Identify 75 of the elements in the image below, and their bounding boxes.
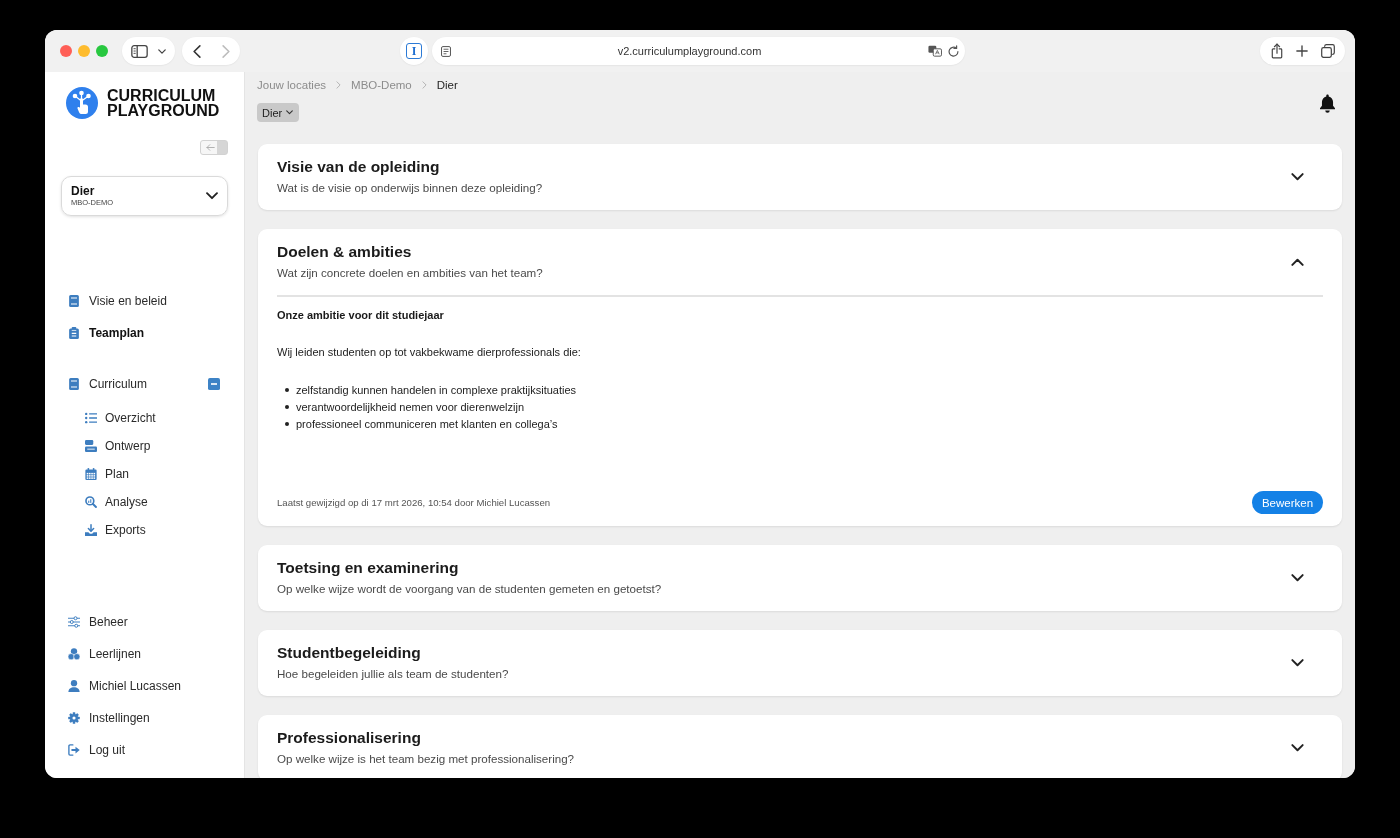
bullet-icon: [285, 387, 289, 392]
content-paragraph: Wij leiden studenten op tot vakbekwame dierprofessionals die:: [277, 345, 582, 360]
section-subtitle: Op welke wijze wordt de voorgang van de studenten gemeten en getoetst?: [277, 581, 663, 597]
book-icon: [68, 378, 80, 390]
book-icon: [68, 295, 80, 307]
chevron-up-icon[interactable]: [1291, 257, 1304, 266]
download-icon: [85, 524, 97, 536]
plus-icon[interactable]: [1295, 45, 1308, 57]
section-subtitle: Op welke wijze is het team bezig met professionalisering?: [277, 751, 576, 767]
minus-square-icon[interactable]: [208, 378, 220, 390]
bell-icon[interactable]: [1319, 94, 1336, 113]
breadcrumb-current: Dier: [436, 79, 458, 91]
edit-button[interactable]: Bewerken: [1252, 491, 1323, 514]
nav-item[interactable]: Beheer: [45, 606, 244, 638]
nav-item[interactable]: Michiel Lucassen: [45, 670, 244, 702]
sidebar-icon[interactable]: [131, 44, 148, 58]
section-title: Doelen & ambities: [277, 242, 413, 262]
chevron-down-icon: [286, 110, 294, 115]
nav-subitem[interactable]: Analyse: [45, 488, 244, 516]
section-title: Professionalisering: [277, 728, 422, 748]
cubes-icon: [68, 648, 80, 660]
layout-icon: [85, 440, 97, 452]
chevron-down-icon[interactable]: [1291, 658, 1304, 667]
address-bar[interactable]: v2.curriculumplayground.com: [432, 37, 965, 65]
arrow-left-icon: [206, 144, 215, 151]
list-item-text: verantwoordelijkheid nemen voor dierenwelzijn: [296, 400, 525, 413]
section-subtitle: Wat zijn concrete doelen en ambities van het team?: [277, 265, 544, 281]
calendar-icon: [85, 468, 97, 480]
section-subtitle: Wat is de visie op onderwijs binnen deze opleiding?: [277, 180, 544, 196]
bullet-icon: [285, 421, 289, 426]
nav-item[interactable]: Leerlijnen: [45, 638, 244, 670]
nav-item[interactable]: Visie en beleid: [45, 285, 244, 317]
list-item-text: zelfstandig kunnen handelen in complexe praktijksituaties: [296, 383, 577, 396]
nav-item[interactable]: Instellingen: [45, 702, 244, 734]
content-heading: Onze ambitie voor dit studiejaar: [277, 308, 445, 323]
back-icon[interactable]: [192, 44, 201, 58]
chevron-down-icon[interactable]: [1291, 573, 1304, 582]
nav-subitem[interactable]: Plan: [45, 460, 244, 488]
sliders-icon: [68, 616, 80, 628]
user-icon: [68, 680, 80, 692]
share-icon[interactable]: [1270, 43, 1283, 59]
magnifier-icon: [85, 496, 97, 508]
clipboard-icon: [68, 327, 80, 339]
page-icon[interactable]: [441, 45, 451, 57]
nav-item[interactable]: Log uit: [45, 734, 244, 766]
chevron-down-icon[interactable]: [1291, 743, 1304, 752]
section-subtitle: Hoe begeleiden jullie als team de studenten?: [277, 666, 510, 682]
chevron-down-icon[interactable]: [158, 48, 166, 54]
section-title: Studentbegeleiding: [277, 643, 422, 663]
chevron-down-icon: [206, 192, 218, 200]
logout-icon: [68, 744, 80, 756]
location-chip[interactable]: Dier: [257, 103, 300, 122]
nav-item[interactable]: Teamplan: [45, 317, 244, 349]
nav-subitem[interactable]: Exports: [45, 516, 244, 544]
nav-subitem[interactable]: Ontwerp: [45, 432, 244, 460]
nav-item[interactable]: Curriculum: [45, 368, 208, 400]
close-window-icon[interactable]: [60, 45, 72, 57]
extension-button[interactable]: I: [406, 43, 422, 59]
translate-icon[interactable]: [928, 45, 942, 57]
gear-icon: [68, 712, 80, 724]
chevron-down-icon[interactable]: [1291, 172, 1304, 181]
section-title: Visie van de opleiding: [277, 157, 441, 177]
url-text: v2.curriculumplayground.com: [616, 45, 763, 57]
chevron-right-icon: [336, 81, 342, 89]
logo-icon: [66, 87, 98, 119]
list-icon: [85, 412, 97, 424]
last-modified-text: Laatst gewijzigd op di 17 mrt 2026, 10:54 door Michiel Lucassen: [277, 497, 551, 508]
nav-subitem[interactable]: Overzicht: [45, 404, 244, 432]
list-item-text: professioneel communiceren met klanten en collega’s: [296, 417, 558, 430]
chevron-right-icon: [421, 81, 427, 89]
reload-icon[interactable]: [948, 45, 959, 57]
logo-text: CURRICULUM PLAYGROUND: [107, 88, 220, 118]
section-title: Toetsing en examinering: [277, 558, 460, 578]
tabs-icon[interactable]: [1320, 44, 1335, 58]
bullet-icon: [285, 404, 289, 409]
